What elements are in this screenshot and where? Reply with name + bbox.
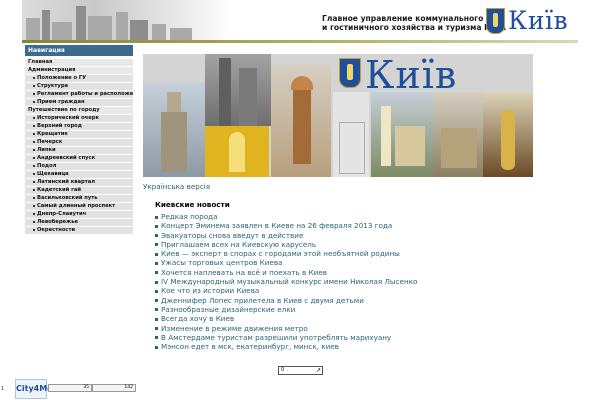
hero-logo: Київ: [365, 54, 458, 97]
news-item[interactable]: Приглашаем всех на Киевскую карусель: [155, 240, 417, 249]
sidebar-item[interactable]: Структура: [25, 83, 133, 91]
sidebar-navigation: Навигация Главная Администрация Положение …: [25, 45, 133, 235]
sidebar-item[interactable]: Крещатик: [25, 131, 133, 139]
news-item[interactable]: IV Международный музыкальный конкурс име…: [155, 277, 417, 286]
sidebar-item[interactable]: Андреевский спуск: [25, 155, 133, 163]
news-item[interactable]: Киев — эксперт в спорах с городами этой …: [155, 249, 417, 258]
ukrainian-version-link[interactable]: Українська версія: [143, 182, 210, 191]
hero-collage-image: Київ: [143, 54, 533, 177]
sidebar-item[interactable]: Кадетский гай: [25, 187, 133, 195]
hero-crest-icon: [339, 58, 361, 88]
hero-tile-sofia: [433, 92, 483, 177]
hero-tile-tower: [205, 54, 271, 126]
news-item[interactable]: Кое что из истории Киева: [155, 286, 417, 295]
news-item[interactable]: Эвакуаторы снова введут в действие: [155, 231, 417, 240]
sidebar-item[interactable]: Латинский квартал: [25, 179, 133, 187]
news-item[interactable]: Всегда хочу в Киев: [155, 314, 417, 323]
sidebar-item[interactable]: Днепр-Славутич: [25, 211, 133, 219]
sidebar-item[interactable]: Самый длинный проспект: [25, 203, 133, 211]
sidebar-title: Навигация: [25, 45, 133, 56]
sidebar-item[interactable]: Положение о ГУ: [25, 75, 133, 83]
sidebar-item[interactable]: Щекавица: [25, 171, 133, 179]
news-item[interactable]: Разнообразные дизайнерские елки: [155, 305, 417, 314]
footer-counter-b-value: 142: [124, 385, 133, 390]
footer-counter-bar-b: 142: [92, 384, 136, 392]
counter-value: 0: [281, 367, 285, 373]
news-list: Редкая порода Концерт Эминема заявлен в К…: [155, 212, 417, 351]
sidebar-item[interactable]: Печерск: [25, 139, 133, 147]
news-item[interactable]: Изменение в режиме движения метро: [155, 324, 417, 333]
news-item[interactable]: Хочется наплевать на всё и поехать в Кие…: [155, 268, 417, 277]
sidebar-item[interactable]: Главная: [25, 59, 133, 67]
sidebar-item[interactable]: Верхний город: [25, 123, 133, 131]
news-item[interactable]: Мэнсон едет в мск, екатеринбург, минск, …: [155, 342, 417, 351]
hero-tile-sketch: [333, 92, 369, 177]
news-item[interactable]: Дженнифер Лопес прилетела в Киев с двумя…: [155, 296, 417, 305]
footer-counter-bar-a: 35: [48, 384, 92, 392]
counter-widget[interactable]: 0 ↗: [278, 366, 323, 375]
sidebar-item[interactable]: Регламент работы и расположение: [25, 91, 133, 99]
news-item[interactable]: Ужасы торговых центров Киева: [155, 258, 417, 267]
hero-tile-church: [271, 64, 331, 177]
external-arrow-icon: ↗: [315, 367, 321, 374]
news-heading: Киевские новости: [155, 200, 230, 209]
city4me-badge[interactable]: City4Me: [15, 379, 53, 399]
sidebar-item[interactable]: Окрестности: [25, 227, 133, 235]
header-divider: [22, 40, 578, 43]
hero-tile-golden-gate: [205, 126, 269, 177]
news-item[interactable]: Редкая порода: [155, 212, 417, 221]
sidebar-item[interactable]: Левобережье: [25, 219, 133, 227]
sidebar-item[interactable]: Администрация: [25, 67, 133, 75]
hero-tile-university: [143, 82, 205, 177]
sidebar-item[interactable]: Васильковский путь: [25, 195, 133, 203]
sidebar-item[interactable]: Исторический очерк: [25, 115, 133, 123]
city-logo: Київ: [508, 6, 569, 35]
sidebar-item[interactable]: Прием граждан: [25, 99, 133, 107]
footer-counter-a-value: 35: [83, 385, 89, 390]
kyiv-crest-icon: [486, 8, 505, 34]
sidebar-item[interactable]: Липки: [25, 147, 133, 155]
news-item[interactable]: Концерт Эминема заявлен в Киеве на 26 фе…: [155, 221, 417, 230]
org-title-line2: и гостиничного хозяйства и туризма КГГА: [322, 23, 506, 32]
hero-tile-statue: [483, 92, 533, 177]
hero-tile-lavra: [371, 92, 433, 177]
footer-number: 1: [1, 386, 5, 392]
org-title-line1: Главное управление коммунального: [322, 14, 484, 23]
organization-title: Главное управление коммунального и гости…: [322, 14, 506, 32]
header-city-banner: [22, 0, 232, 40]
sidebar-item[interactable]: Подол: [25, 163, 133, 171]
news-item[interactable]: В Амстердаме туристам разрешили употребл…: [155, 333, 417, 342]
sidebar-item-list: Главная Администрация Положение о ГУ Структ…: [25, 59, 133, 235]
sidebar-item[interactable]: Путешествие по городу: [25, 107, 133, 115]
